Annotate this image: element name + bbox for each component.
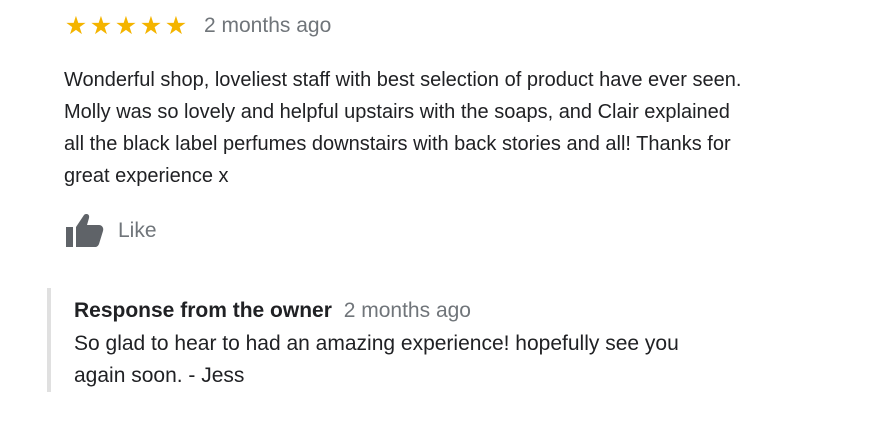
owner-response-time: 2 months ago <box>343 299 471 322</box>
thumbs-up-icon <box>64 211 104 251</box>
rating-row: ★ ★ ★ ★ ★ 2 months ago <box>64 8 864 44</box>
owner-response-title: Response from the owner <box>74 299 332 322</box>
star-rating: ★ ★ ★ ★ ★ <box>64 11 188 40</box>
star-icon: ★ <box>114 11 138 40</box>
star-icon: ★ <box>139 11 163 40</box>
review-card: ★ ★ ★ ★ ★ 2 months ago Wonderful shop, l… <box>64 8 864 247</box>
like-label: Like <box>118 219 157 242</box>
star-icon: ★ <box>164 11 188 40</box>
review-text: Wonderful shop, loveliest staff with bes… <box>64 69 742 187</box>
owner-response: Response from the owner 2 months ago So … <box>47 288 831 392</box>
like-button[interactable]: Like <box>64 211 157 251</box>
review-time: 2 months ago <box>204 14 332 37</box>
owner-response-header: Response from the owner 2 months ago <box>74 288 831 326</box>
owner-response-text: So glad to hear to had an amazing experi… <box>74 332 679 387</box>
star-icon: ★ <box>64 11 88 40</box>
star-icon: ★ <box>89 11 113 40</box>
